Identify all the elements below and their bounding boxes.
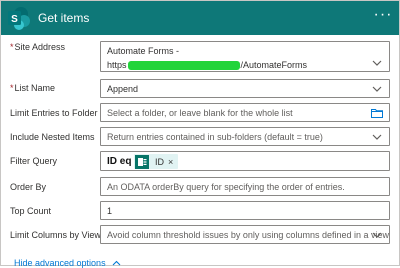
filter-query-label: Filter Query (10, 156, 58, 166)
limit-entries-input[interactable]: Select a folder, or leave blank for the … (100, 103, 390, 122)
chevron-down-icon[interactable] (372, 58, 382, 68)
site-address-name: Automate Forms - (107, 46, 180, 56)
chevron-down-icon[interactable] (372, 132, 382, 142)
chevron-down-icon[interactable] (372, 84, 382, 94)
chevron-down-icon[interactable] (372, 230, 382, 240)
action-title: Get items (38, 11, 90, 25)
order-by-label: Order By (10, 182, 47, 192)
folder-picker-icon[interactable] (371, 108, 383, 118)
get-items-action-card: S Get items ··· *Site Address Automate F… (0, 0, 400, 268)
chevron-up-icon (112, 260, 120, 266)
include-nested-label: Include Nested Items (10, 132, 95, 142)
top-count-label: Top Count (10, 206, 52, 216)
filter-query-text: ID eq (107, 156, 132, 167)
hide-advanced-options-link[interactable]: Hide advanced options (14, 258, 121, 268)
list-name-label: *List Name (10, 83, 56, 93)
include-nested-dropdown[interactable]: Return entries contained in sub-folders … (100, 127, 390, 146)
list-name-value: Append (107, 83, 139, 94)
site-address-label: *Site Address (10, 42, 66, 52)
order-by-input[interactable]: An ODATA orderBy query for specifying th… (100, 177, 390, 196)
list-name-dropdown[interactable]: Append (100, 79, 390, 98)
action-header[interactable]: S Get items ··· (1, 1, 399, 35)
remove-token-icon[interactable]: × (168, 157, 173, 167)
limit-columns-label: Limit Columns by View (10, 230, 101, 240)
more-options-icon[interactable]: ··· (373, 7, 393, 27)
forms-icon (135, 154, 149, 169)
dynamic-content-token[interactable]: ID × (134, 154, 178, 169)
top-count-input[interactable]: 1 (100, 201, 390, 220)
site-address-dropdown[interactable]: Automate Forms - https/AutomateForms (100, 41, 390, 72)
sharepoint-icon: S (8, 7, 30, 30)
limit-columns-dropdown[interactable]: Avoid column threshold issues by only us… (100, 225, 390, 244)
limit-entries-label: Limit Entries to Folder (10, 108, 98, 118)
site-address-url: https/AutomateForms (107, 60, 308, 70)
redaction-mark (127, 60, 240, 70)
filter-query-input[interactable]: ID eq ID × (100, 151, 390, 171)
svg-text:S: S (11, 14, 18, 25)
